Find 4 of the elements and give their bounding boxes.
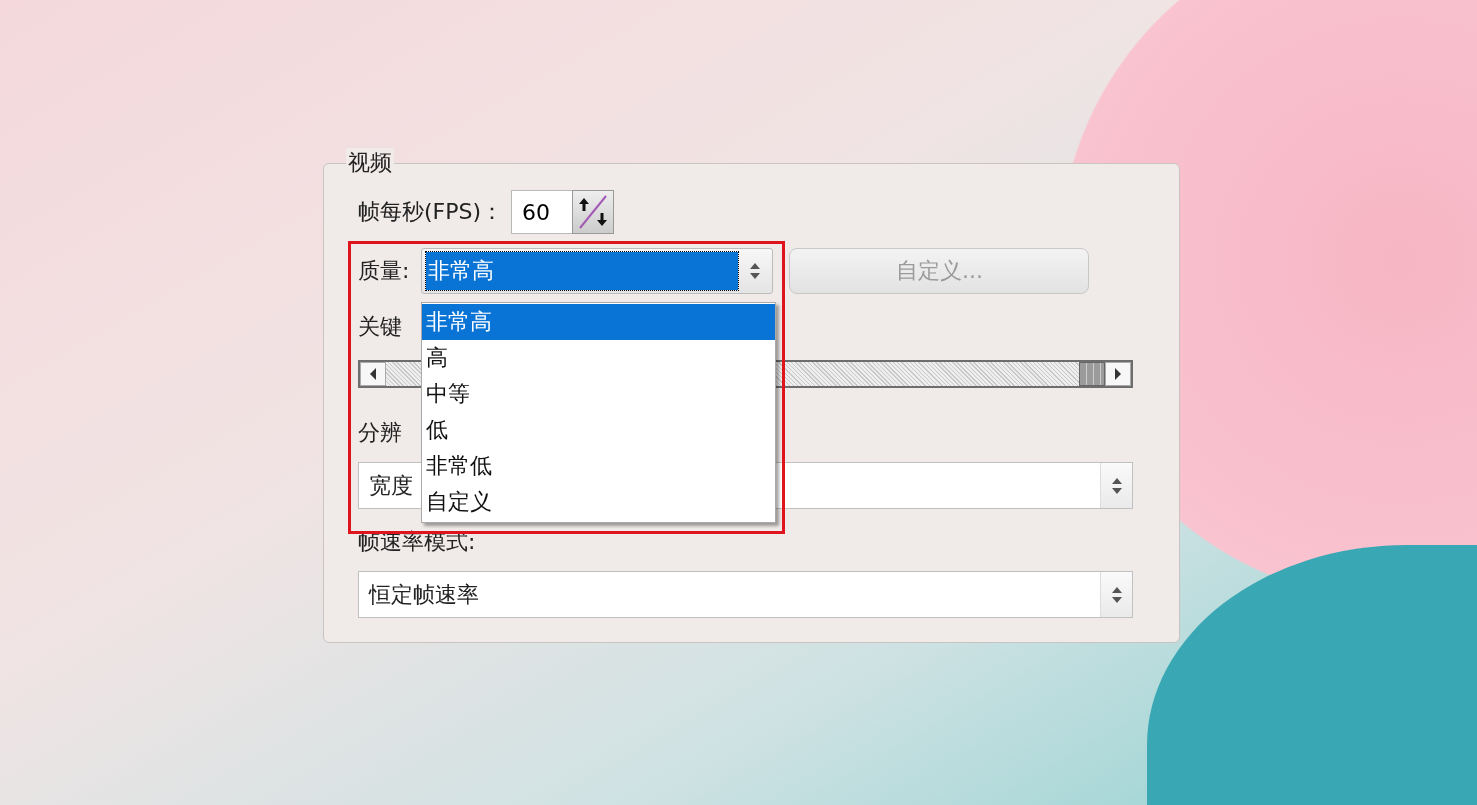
resolution-label: 分辨 [358,419,402,447]
keyframe-label: 关键 [358,313,402,341]
fps-label: 帧每秒(FPS)： [358,198,504,226]
quality-label: 质量: [358,257,410,285]
